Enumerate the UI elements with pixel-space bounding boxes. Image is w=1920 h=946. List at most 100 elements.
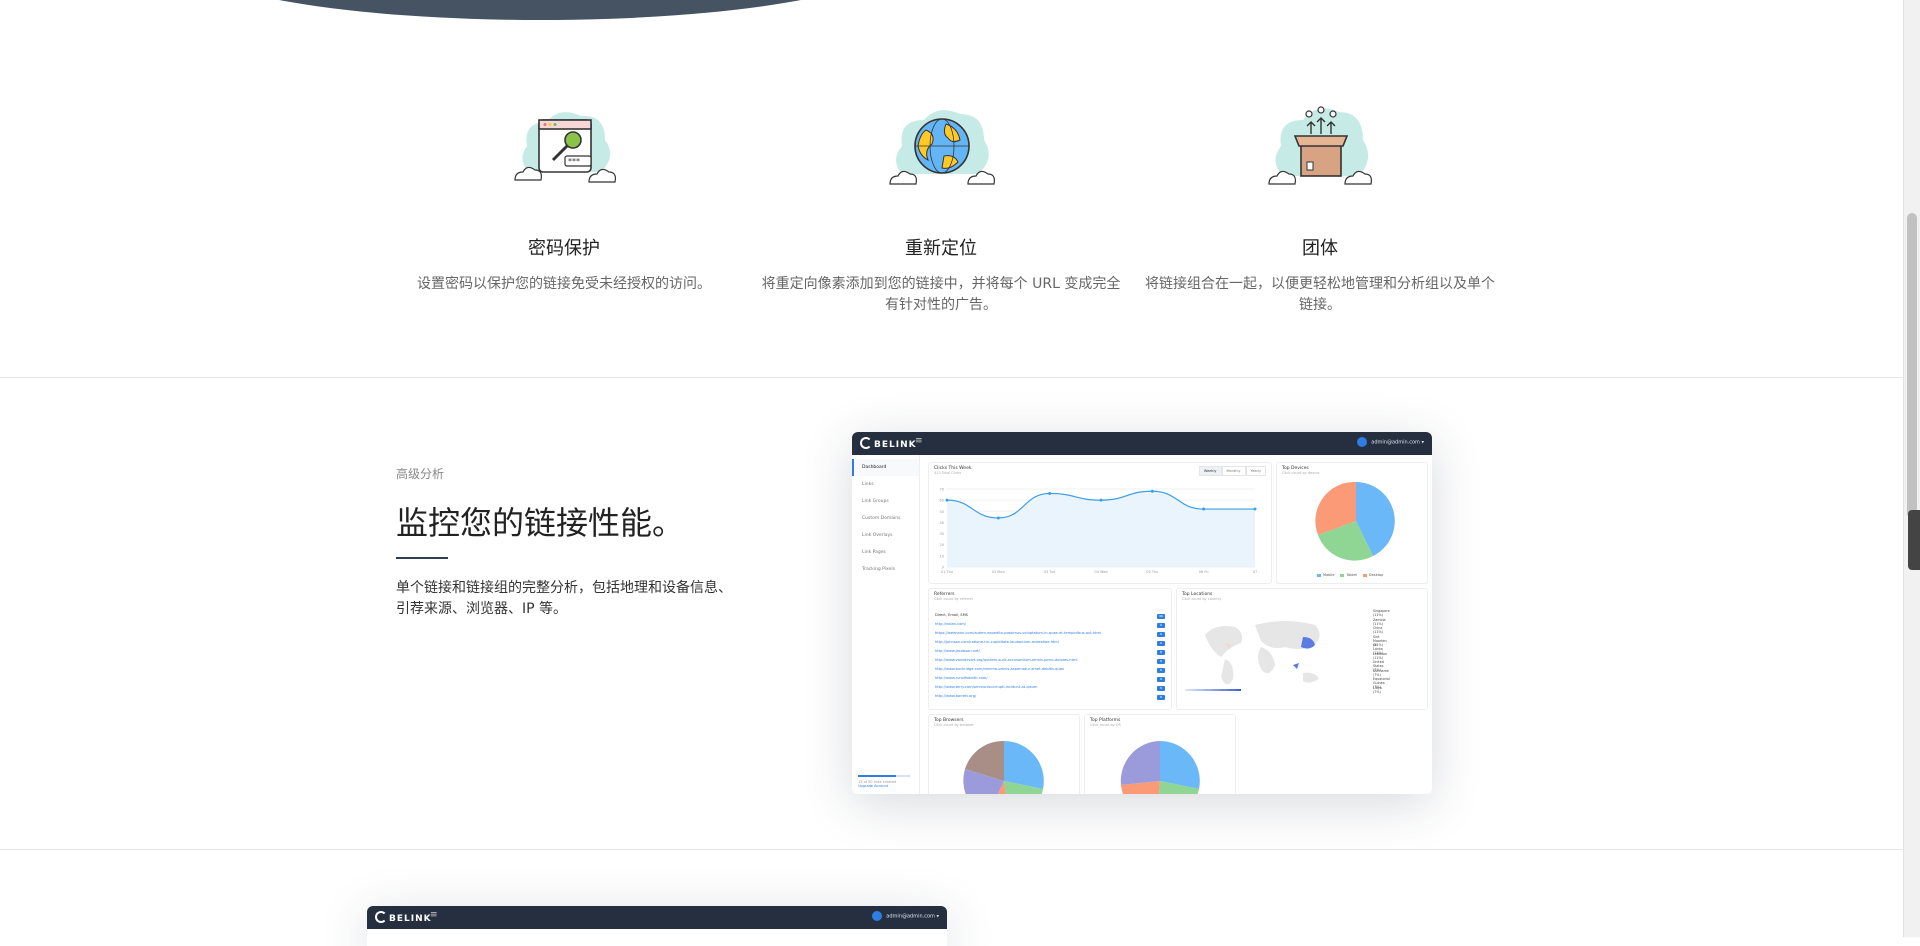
referrer-url: http://www.terry.com/ommuniscorrupti-inc…: [935, 685, 1038, 689]
referrer-row: http://johnson.com/ratione-hic-cupiditat…: [935, 640, 1165, 648]
svg-text:***: ***: [568, 157, 580, 166]
x-tick-label: 03 Tue: [1044, 570, 1056, 574]
feature-groups: 团体 将链接组合在一起，以便更轻松地管理和分析组以及单个链接。: [1140, 100, 1500, 316]
feature-retargeting: 重新定位 将重定向像素添加到您的链接中，并将每个 URL 变成完全有针对性的广告…: [761, 100, 1121, 316]
referrer-row: http://www.buckridge.com/minima-omnis-as…: [935, 667, 1165, 675]
dashboard-screenshot-2: BELINK ≡ admin@admin.com ▾: [367, 906, 947, 946]
feature-desc: 将链接组合在一起，以便更轻松地管理和分析组以及单个链接。: [1145, 276, 1495, 313]
feature-title: 密码保护: [528, 238, 600, 259]
box-group-icon: [1265, 100, 1375, 200]
browsers-pie: [963, 740, 1044, 794]
legend-tablet: Tablet: [1340, 573, 1357, 577]
user-email: admin@admin.com ▾: [886, 913, 939, 920]
world-map: [1205, 621, 1320, 685]
referrer-row: http://www.jacobson.net/8: [935, 649, 1165, 657]
scrollbar-thumb[interactable]: [1907, 213, 1917, 518]
referrer-url: http://www.runolfsdottir.com/: [935, 676, 988, 680]
x-tick-label: 07: [1253, 570, 1257, 574]
referrer-row: http://www.vandervort.org/quidem-sunt-ac…: [935, 658, 1165, 666]
globe-icon: [886, 100, 996, 200]
brand-logo: BELINK: [860, 437, 917, 450]
referrer-url: http://www.vandervort.org/quidem-sunt-ac…: [935, 658, 1078, 662]
usage-footer: 15 of 50 links created Upgrade Account: [858, 775, 910, 788]
data-point: [1048, 491, 1052, 495]
y-tick-label: 70: [940, 488, 944, 492]
y-tick-label: 0: [942, 566, 944, 570]
dashboard-sidebar: Dashboard Links Link Groups Custom Domai…: [852, 455, 920, 794]
location-row: Suriname (7%): [1373, 668, 1389, 677]
data-point: [1099, 498, 1103, 502]
avatar: [1357, 437, 1368, 447]
referrer-row: https://weimann.com/autem-expedita-possi…: [935, 631, 1165, 639]
range-toggle: Weekly Monthly Yearly: [1198, 466, 1266, 476]
menu-icon: ≡: [430, 910, 438, 920]
y-tick-label: 10: [940, 554, 944, 558]
referrer-count-badge: 8: [1157, 668, 1165, 673]
toggle-yearly: Yearly: [1245, 466, 1266, 476]
y-tick-label: 50: [940, 510, 944, 514]
brand-name: BELINK: [874, 440, 917, 450]
sidebar-item-tracking-pixels: Tracking Pixels: [862, 567, 895, 572]
series-area: [947, 491, 1255, 567]
card-subtitle: Click count by browser: [934, 723, 974, 727]
section-description: 单个链接和链接组的完整分析，包括地理和设备信息、引荐来源、浏览器、IP 等。: [396, 580, 732, 617]
referrer-row: http://www.barrett.org/8: [935, 694, 1165, 702]
feature-desc: 设置密码以保护您的链接免受未经授权的访问。: [417, 276, 711, 292]
clicks-card: Clicks This Week 413 Total Clicks Weekly…: [928, 462, 1272, 584]
x-tick-label: 01 Thu: [941, 570, 953, 574]
section-eyebrow: 高级分析: [396, 467, 445, 481]
sidebar-item-link-groups: Link Groups: [862, 499, 889, 504]
dashboard-screenshot: BELINK ≡ admin@admin.com ▾ Dashboard Lin…: [852, 432, 1432, 794]
map-scale: [1185, 689, 1241, 691]
location-row: China (11%): [1373, 626, 1383, 634]
referrer-url: http://nolan.com/: [935, 622, 966, 626]
y-tick-label: 30: [940, 532, 944, 536]
side-widget-handle[interactable]: [1908, 510, 1920, 570]
platforms-pie: [1120, 741, 1200, 794]
referrer-url: Direct, Email, SMS: [935, 613, 968, 617]
feature-desc: 将重定向像素添加到您的链接中，并将每个 URL 变成完全有针对性的广告。: [761, 276, 1121, 313]
location-row: Singapore (11%): [1373, 609, 1390, 617]
referrer-row: Direct, Email, SMS 96: [935, 613, 1165, 621]
platforms-card: Top Platforms Click count by OS: [1084, 714, 1236, 794]
referrer-row: http://www.terry.com/ommuniscorrupti-inc…: [935, 685, 1165, 693]
referrer-url: http://www.buckridge.com/minima-omnis-as…: [935, 667, 1064, 671]
sidebar-item-custom-domains: Custom Domains: [862, 516, 901, 521]
card-subtitle: 413 Total Clicks: [934, 471, 962, 475]
feature-title: 重新定位: [905, 238, 977, 259]
legend-desktop: Desktop: [1362, 573, 1383, 577]
dashboard-topbar: BELINK ≡ admin@admin.com ▾: [367, 906, 947, 929]
title-underline: [396, 557, 448, 559]
referrer-count-badge: 8: [1157, 686, 1165, 691]
data-point: [1253, 507, 1257, 511]
toggle-monthly: Monthly: [1221, 466, 1246, 476]
section-divider: [0, 849, 1904, 850]
referrer-count-badge: 8: [1157, 659, 1165, 664]
feature-password-protection: *** 密码保护 设置密码以保护您的链接免受未经授权的访问。: [384, 100, 744, 295]
section-divider: [0, 377, 1904, 378]
referrer-count-badge: 9: [1157, 632, 1165, 637]
data-point: [1202, 507, 1206, 511]
x-tick-label: 06 Fri: [1199, 570, 1209, 574]
referrer-row: http://www.runolfsdottir.com/8: [935, 676, 1165, 684]
toggle-weekly: Weekly: [1198, 466, 1222, 476]
usage-bar: [858, 775, 910, 777]
referrer-url: https://weimann.com/autem-expedita-possi…: [935, 631, 1102, 635]
y-tick-label: 40: [940, 521, 944, 525]
devices-pie: [1315, 481, 1395, 561]
referrer-count-badge: 8: [1157, 677, 1165, 682]
avatar: [872, 911, 883, 921]
logo-icon: [375, 911, 387, 923]
location-row: Zambia (11%): [1373, 617, 1386, 626]
referrer-count-badge: 8: [1157, 695, 1165, 700]
referrer-url: http://www.barrett.org/: [935, 694, 977, 698]
referrer-count-badge: 9: [1157, 623, 1165, 628]
data-point: [945, 498, 949, 502]
sidebar-item-link-overlays: Link Overlays: [862, 533, 893, 538]
referrer-count-badge: 8: [1157, 650, 1165, 655]
sidebar-item-link-pages: Link Pages: [862, 550, 886, 555]
location-row: Lebanon (11%): [1373, 651, 1388, 660]
referrer-url: http://www.jacobson.net/: [935, 649, 980, 653]
devices-legend: Mobile Tablet Desktop: [1317, 573, 1383, 577]
upgrade-link: Upgrade Account: [858, 784, 889, 788]
